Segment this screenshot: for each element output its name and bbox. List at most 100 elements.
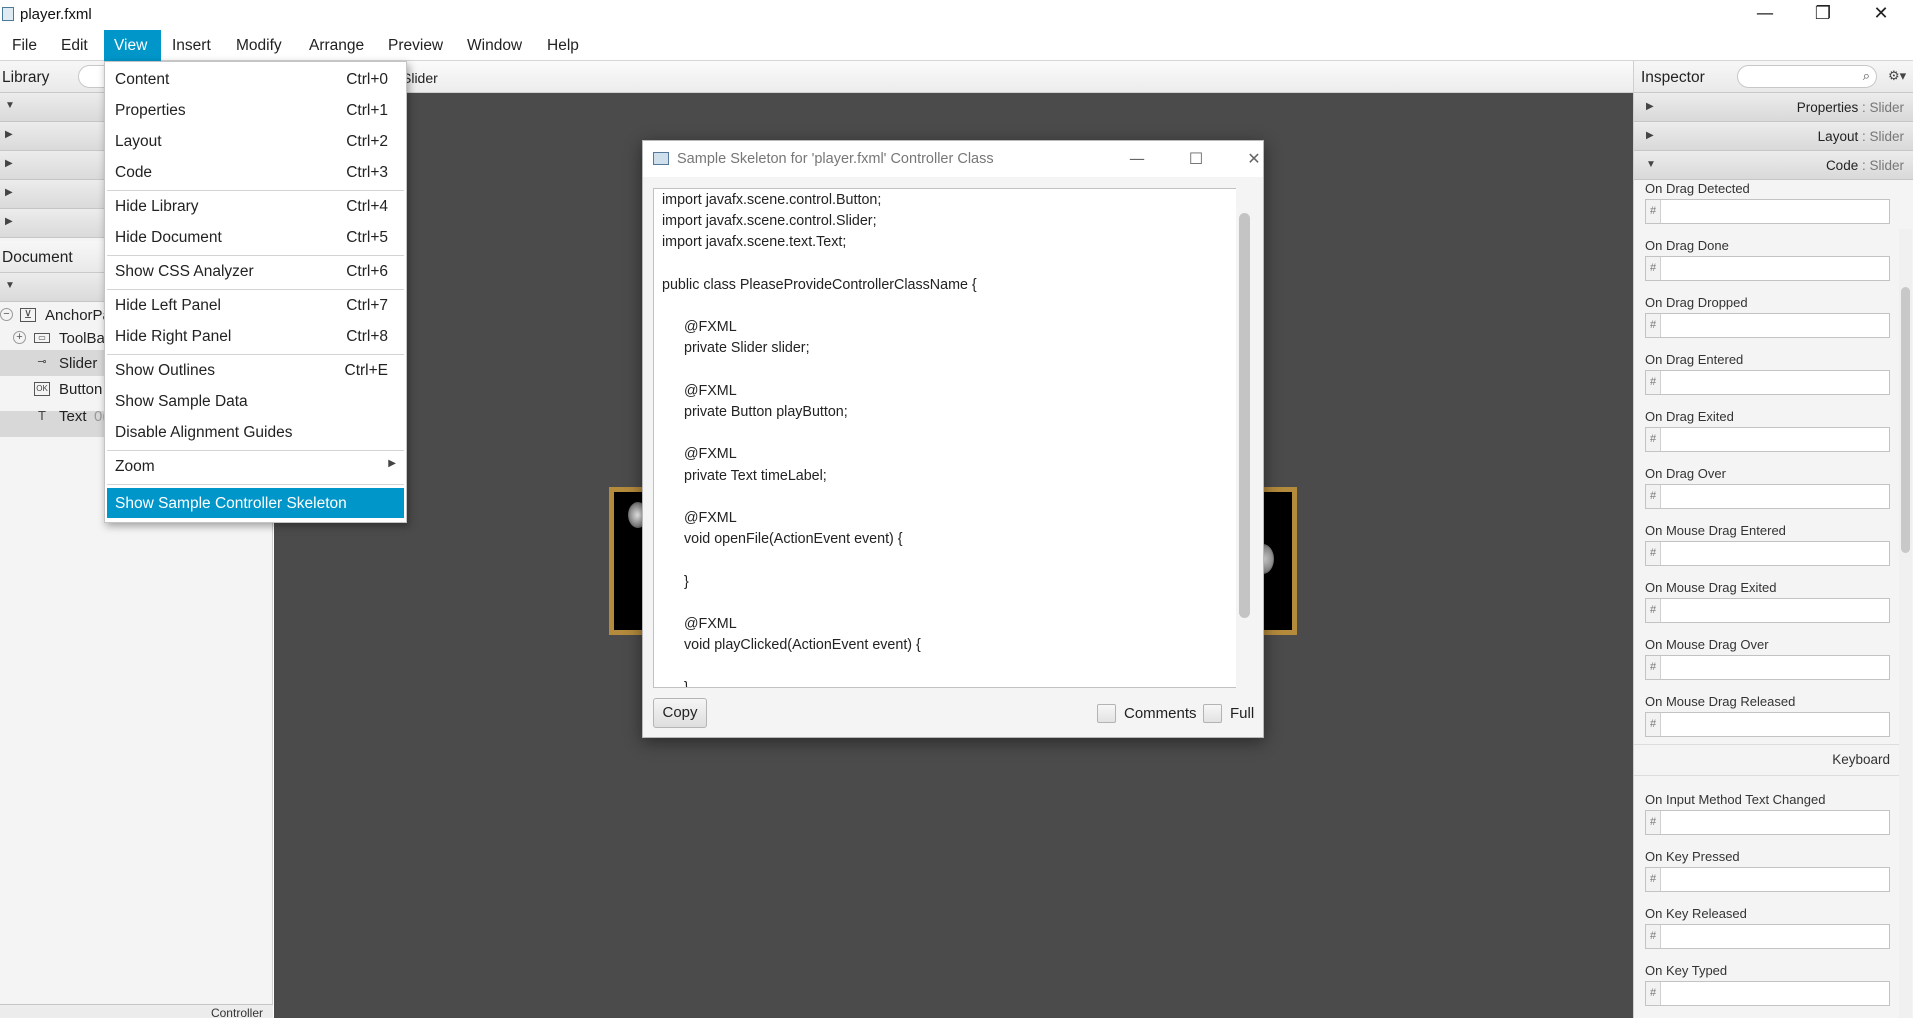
menu-item-zoom[interactable]: Zoom ▶ — [107, 452, 404, 480]
section-target: Slider — [1869, 100, 1904, 115]
dialog-close-button[interactable]: ✕ — [1233, 144, 1275, 174]
hash-icon: # — [1646, 428, 1661, 451]
submenu-arrow-icon: ▶ — [388, 458, 396, 469]
inspector-header: Inspector ⌕ ⚙▾ — [1634, 61, 1913, 93]
properties-section[interactable]: ▶ Properties : Slider — [1634, 93, 1913, 122]
code-line: private Slider slider; — [684, 340, 810, 357]
menu-item-hide-document[interactable]: Hide Document Ctrl+5 — [107, 223, 404, 251]
code-text-area[interactable]: import javafx.scene.control.Button; impor… — [653, 188, 1242, 688]
expand-arrow-icon: ▶ — [5, 158, 13, 169]
event-handler-field[interactable]: # — [1645, 199, 1890, 224]
toolbar-icon: ▭ — [34, 333, 50, 343]
menu-view[interactable]: View — [104, 30, 161, 61]
gear-icon[interactable]: ⚙▾ — [1888, 68, 1906, 84]
anchorpane-icon: ⊻ — [20, 308, 36, 322]
scrollbar-thumb[interactable] — [1239, 213, 1250, 618]
menu-item-label: Hide Library — [115, 198, 199, 215]
event-handler-field[interactable]: # — [1645, 484, 1890, 509]
inspector-scrollbar[interactable] — [1899, 229, 1912, 1018]
full-checkbox[interactable] — [1203, 704, 1222, 723]
expand-arrow-icon: ▶ — [5, 216, 13, 227]
event-label: On Mouse Drag Released — [1645, 694, 1796, 709]
code-line: } — [684, 679, 689, 688]
hash-icon: # — [1646, 200, 1661, 223]
inspector-search-input[interactable]: ⌕ — [1737, 65, 1877, 88]
menu-item-layout[interactable]: Layout Ctrl+2 — [107, 127, 404, 155]
controller-tab[interactable]: Controller — [0, 1004, 273, 1018]
menu-item-show-outlines[interactable]: Show Outlines Ctrl+E — [107, 356, 404, 384]
menu-item-disable-alignment-guides[interactable]: Disable Alignment Guides — [107, 418, 404, 446]
event-handler-field[interactable]: # — [1645, 541, 1890, 566]
breadcrumb: Slider — [274, 61, 1633, 93]
code-events-list: On Drag Detected # On Drag Done # On Dra… — [1634, 181, 1913, 1018]
menu-item-show-sample-data[interactable]: Show Sample Data — [107, 387, 404, 415]
event-label: On Key Typed — [1645, 963, 1728, 978]
menu-modify[interactable]: Modify — [226, 30, 292, 61]
menu-item-hide-library[interactable]: Hide Library Ctrl+4 — [107, 192, 404, 220]
event-handler-field[interactable]: # — [1645, 313, 1890, 338]
menu-item-content[interactable]: Content Ctrl+0 — [107, 65, 404, 93]
comments-label: Comments — [1124, 705, 1197, 722]
menu-insert[interactable]: Insert — [162, 30, 221, 61]
event-handler-field[interactable]: # — [1645, 370, 1890, 395]
text-icon: T — [38, 408, 46, 423]
expand-arrow-icon: ▶ — [5, 187, 13, 198]
button-icon: OK — [34, 382, 50, 396]
menu-window[interactable]: Window — [457, 30, 532, 61]
menu-separator — [107, 255, 404, 256]
dialog-maximize-button[interactable]: ☐ — [1175, 144, 1217, 174]
event-handler-field[interactable]: # — [1645, 655, 1890, 680]
dialog-minimize-button[interactable]: — — [1116, 144, 1158, 174]
code-section[interactable]: ▼ Code : Slider — [1634, 151, 1913, 180]
menu-edit[interactable]: Edit — [51, 30, 98, 61]
menu-item-code[interactable]: Code Ctrl+3 — [107, 158, 404, 186]
close-button[interactable]: ✕ — [1852, 0, 1910, 30]
comments-checkbox[interactable] — [1097, 704, 1116, 723]
event-label: On Drag Over — [1645, 466, 1726, 481]
hash-icon: # — [1646, 982, 1661, 1005]
event-label: On Key Released — [1645, 906, 1747, 921]
section-title: Properties : Slider — [1797, 100, 1904, 115]
hash-icon: # — [1646, 811, 1661, 834]
hash-icon: # — [1646, 925, 1661, 948]
code-scrollbar[interactable] — [1236, 188, 1253, 688]
event-label: On Mouse Drag Entered — [1645, 523, 1786, 538]
menu-file[interactable]: File — [2, 30, 47, 61]
menu-arrange[interactable]: Arrange — [299, 30, 374, 61]
hash-icon: # — [1646, 371, 1661, 394]
event-label: On Mouse Drag Exited — [1645, 580, 1777, 595]
expand-toggle-icon[interactable]: + — [13, 331, 26, 344]
menu-item-label: Show CSS Analyzer — [115, 263, 254, 280]
section-name: Layout — [1817, 129, 1859, 144]
menu-item-properties[interactable]: Properties Ctrl+1 — [107, 96, 404, 124]
section-target: Slider — [1869, 129, 1904, 144]
menu-help[interactable]: Help — [537, 30, 589, 61]
restore-button[interactable]: ❐ — [1794, 0, 1852, 30]
section-title: Layout : Slider — [1818, 129, 1904, 144]
copy-button[interactable]: Copy — [653, 698, 707, 728]
menu-item-hide-right-panel[interactable]: Hide Right Panel Ctrl+8 — [107, 322, 404, 350]
event-handler-field[interactable]: # — [1645, 598, 1890, 623]
layout-section[interactable]: ▶ Layout : Slider — [1634, 122, 1913, 151]
menu-item-hide-left-panel[interactable]: Hide Left Panel Ctrl+7 — [107, 291, 404, 319]
scrollbar-thumb[interactable] — [1901, 287, 1910, 553]
menu-preview[interactable]: Preview — [378, 30, 453, 61]
code-line: private Button playButton; — [684, 404, 848, 420]
tree-item-label: Slider — [59, 355, 98, 372]
event-handler-field[interactable]: # — [1645, 981, 1890, 1006]
event-handler-field[interactable]: # — [1645, 810, 1890, 835]
document-label: Document — [2, 249, 73, 266]
menu-item-show-sample-controller-skeleton[interactable]: Show Sample Controller Skeleton — [107, 488, 404, 518]
event-handler-field[interactable]: # — [1645, 256, 1890, 281]
tree-item-label: AnchorPa — [45, 307, 111, 324]
event-handler-field[interactable]: # — [1645, 867, 1890, 892]
breadcrumb-slider[interactable]: Slider — [402, 70, 438, 86]
collapse-toggle-icon[interactable]: − — [0, 308, 13, 321]
minimize-button[interactable]: — — [1736, 0, 1794, 30]
tree-item-label: Button — [59, 381, 103, 398]
event-handler-field[interactable]: # — [1645, 427, 1890, 452]
tree-item-label: Text — [59, 408, 87, 425]
menu-item-show-css-analyzer[interactable]: Show CSS Analyzer Ctrl+6 — [107, 257, 404, 285]
event-handler-field[interactable]: # — [1645, 712, 1890, 737]
event-handler-field[interactable]: # — [1645, 924, 1890, 949]
